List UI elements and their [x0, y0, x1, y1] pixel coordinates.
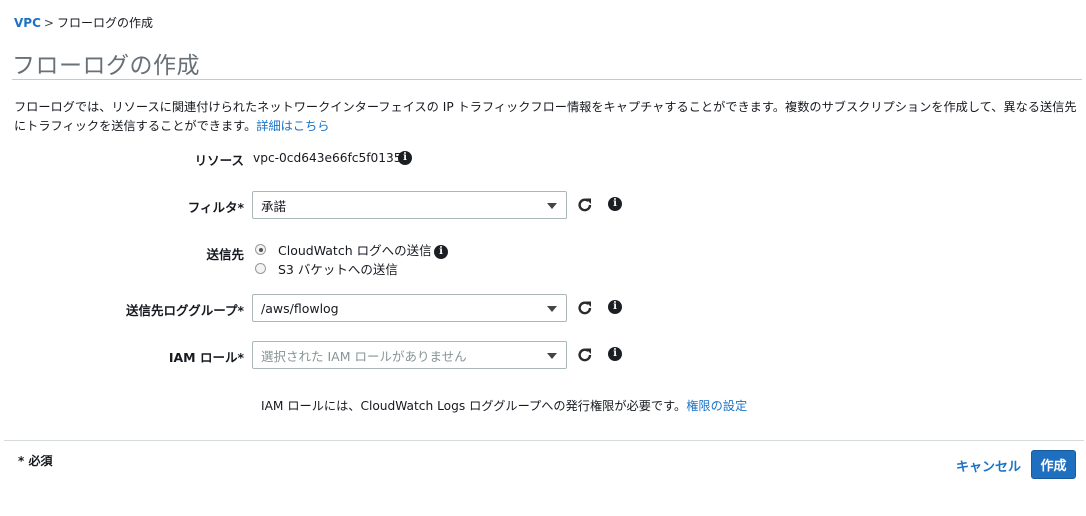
cancel-button[interactable]: キャンセル	[956, 456, 1021, 475]
breadcrumb: VPC > フローログの作成	[14, 14, 153, 31]
destination-label: 送信先	[206, 247, 244, 262]
info-icon[interactable]: i	[608, 197, 622, 211]
breadcrumb-current: フローログの作成	[56, 16, 153, 30]
refresh-icon[interactable]	[576, 196, 594, 214]
info-icon[interactable]: i	[434, 245, 448, 259]
radio-s3[interactable]: S3 バケットへの送信	[255, 259, 398, 278]
iam-role-label: IAM ロール*	[168, 350, 244, 365]
caret-down-icon	[547, 203, 557, 209]
radio-s3-label: S3 バケットへの送信	[278, 262, 398, 277]
breadcrumb-separator: >	[43, 15, 54, 30]
log-group-select[interactable]: /aws/flowlog	[252, 294, 567, 322]
radio-button-checked[interactable]	[255, 244, 266, 255]
info-icon[interactable]: i	[608, 347, 622, 361]
required-note: * 必須	[18, 454, 53, 468]
title-divider	[12, 79, 1082, 80]
refresh-icon[interactable]	[576, 346, 594, 364]
filter-label: フィルタ*	[187, 200, 244, 215]
log-group-select-value: /aws/flowlog	[261, 300, 339, 316]
iam-role-placeholder: 選択された IAM ロールがありません	[261, 348, 467, 364]
resource-value: vpc-0cd643e66fc5f0135	[253, 151, 402, 165]
iam-role-select[interactable]: 選択された IAM ロールがありません	[252, 341, 567, 369]
radio-cloudwatch[interactable]: CloudWatch ログへの送信	[255, 240, 432, 259]
filter-select[interactable]: 承諾	[252, 191, 567, 219]
create-button[interactable]: 作成	[1031, 450, 1076, 479]
page-title: フローログの作成	[12, 53, 200, 79]
breadcrumb-vpc-link[interactable]: VPC	[14, 16, 41, 30]
description-text: フローログでは、リソースに関連付けられたネットワークインターフェイスの IP ト…	[14, 100, 1077, 133]
radio-cloudwatch-label: CloudWatch ログへの送信	[278, 243, 432, 258]
caret-down-icon	[547, 306, 557, 312]
resource-label: リソース	[194, 153, 244, 168]
iam-note: IAM ロールには、CloudWatch Logs ロググループへの発行権限が必…	[261, 396, 747, 414]
permissions-setup-link[interactable]: 権限の設定	[686, 399, 747, 413]
info-icon[interactable]: i	[398, 151, 412, 165]
log-group-label: 送信先ロググループ*	[125, 303, 244, 318]
filter-select-value: 承諾	[261, 198, 287, 214]
learn-more-link[interactable]: 詳細はこちら	[256, 119, 329, 133]
footer-divider	[4, 440, 1084, 441]
iam-note-text: IAM ロールには、CloudWatch Logs ロググループへの発行権限が必…	[261, 399, 687, 413]
refresh-icon[interactable]	[576, 299, 594, 317]
radio-button[interactable]	[255, 263, 266, 274]
info-icon[interactable]: i	[608, 300, 622, 314]
caret-down-icon	[547, 353, 557, 359]
page-description: フローログでは、リソースに関連付けられたネットワークインターフェイスの IP ト…	[14, 98, 1080, 136]
